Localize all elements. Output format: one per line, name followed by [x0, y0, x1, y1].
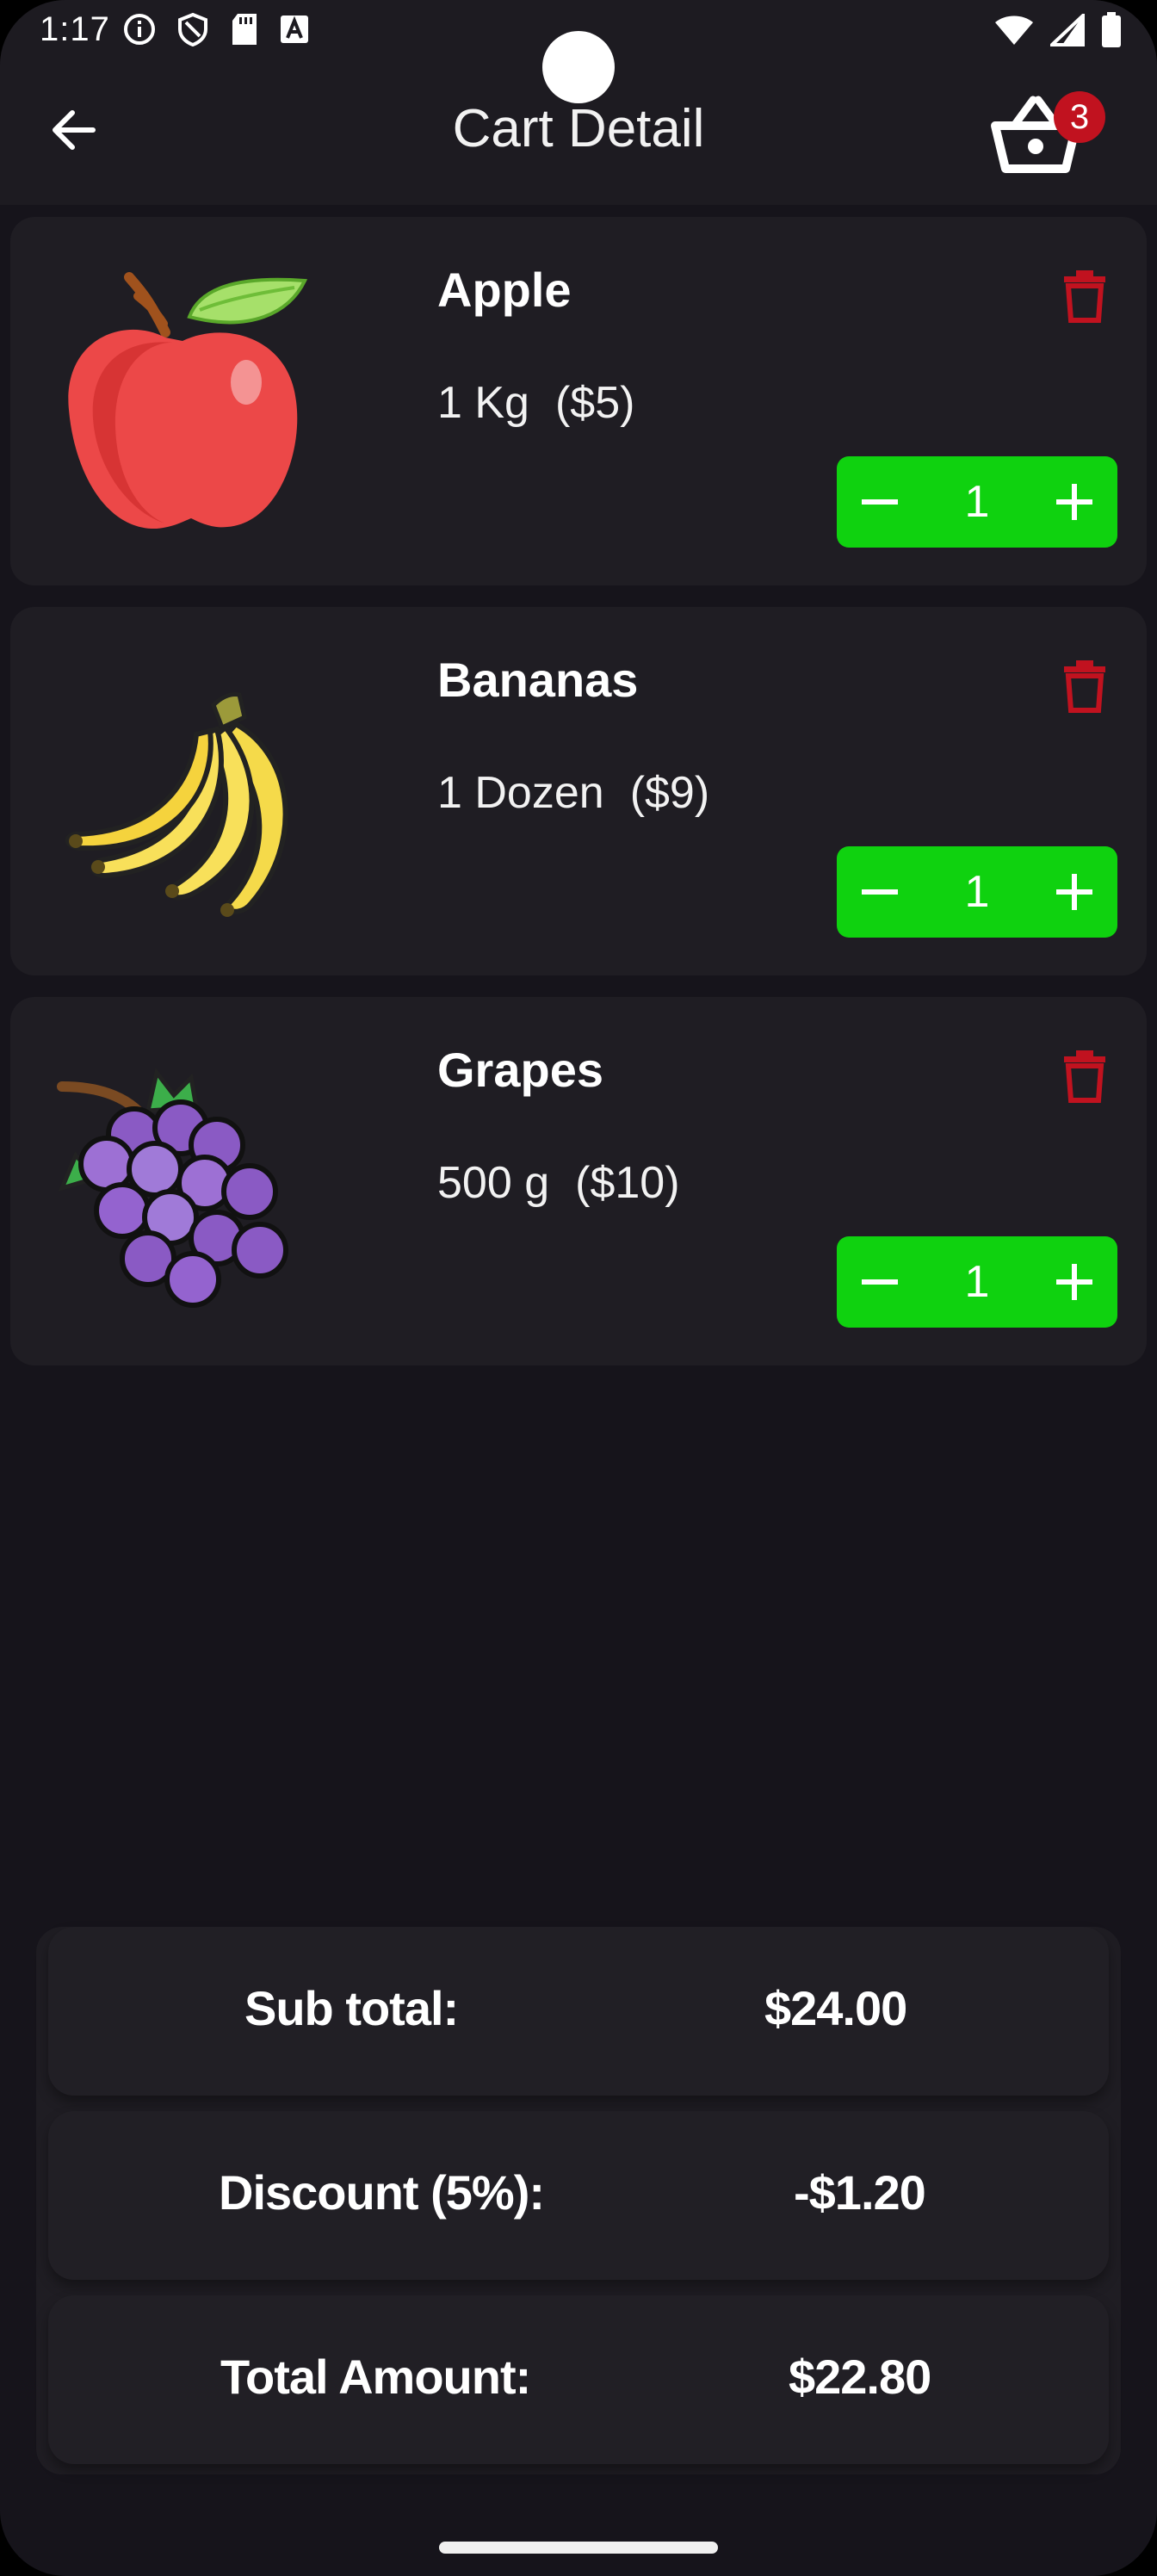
minus-icon: [862, 1279, 898, 1285]
increment-button[interactable]: [1031, 456, 1117, 548]
item-unit: 500 g: [437, 1158, 550, 1208]
home-indicator[interactable]: [439, 2542, 718, 2554]
status-time: 1:17: [40, 10, 110, 48]
subtotal-value: $24.00: [764, 1981, 907, 2035]
top-bar: 1:17 Cart Detail 3: [0, 0, 1157, 205]
info-icon: [124, 14, 155, 45]
total-value: $22.80: [789, 2350, 931, 2404]
delete-button[interactable]: [1061, 659, 1109, 714]
status-icons-left: [122, 12, 310, 46]
item-name: Bananas: [437, 653, 639, 707]
item-description: 1 Dozen ($9): [437, 767, 709, 819]
status-icons-right: [993, 12, 1123, 48]
plus-icon: [1056, 874, 1092, 910]
app-bar: Cart Detail 3: [0, 64, 1157, 205]
decrement-button[interactable]: [837, 846, 923, 938]
trash-icon: [1064, 1050, 1105, 1103]
page-title: Cart Detail: [452, 99, 705, 158]
item-description: 1 Kg ($5): [437, 377, 634, 429]
trash-icon: [1064, 270, 1105, 323]
minus-icon: [862, 889, 898, 895]
quantity-stepper: 1: [837, 846, 1117, 938]
item-name: Grapes: [437, 1043, 603, 1097]
decrement-button[interactable]: [837, 456, 923, 548]
bananas-icon: [65, 692, 288, 917]
subtotal-label: Sub total:: [244, 1981, 459, 2035]
total-label: Total Amount:: [220, 2350, 531, 2404]
increment-button[interactable]: [1031, 846, 1117, 938]
cart-item-bananas: Bananas 1 Dozen ($9) 1: [10, 607, 1147, 975]
quantity-value: 1: [964, 867, 990, 917]
trash-icon: [1064, 660, 1105, 713]
plus-icon: [1056, 484, 1092, 520]
quantity-value: 1: [964, 477, 990, 527]
order-summary: Sub total: $24.00 Discount (5%): -$1.20 …: [36, 1927, 1121, 2474]
cart-item-apple: Apple 1 Kg ($5) 1: [10, 217, 1147, 585]
signal-icon: [1050, 14, 1085, 46]
item-name: Apple: [437, 263, 572, 317]
sd-card-icon: [232, 14, 257, 45]
subtotal-row: Sub total: $24.00: [48, 1927, 1109, 2096]
decrement-button[interactable]: [837, 1236, 923, 1328]
delete-button[interactable]: [1061, 1049, 1109, 1104]
quantity-stepper: 1: [837, 1236, 1117, 1328]
delete-button[interactable]: [1061, 269, 1109, 324]
wifi-icon: [995, 15, 1033, 45]
item-price: ($9): [629, 768, 710, 818]
discount-value: -$1.20: [794, 2165, 926, 2220]
item-price: ($10): [575, 1158, 680, 1208]
plus-icon: [1056, 1264, 1092, 1300]
discount-row: Discount (5%): -$1.20: [48, 2111, 1109, 2280]
quantity-value: 1: [964, 1257, 990, 1307]
item-unit: 1 Dozen: [437, 768, 604, 818]
cart-item-grapes: Grapes 500 g ($10) 1: [10, 997, 1147, 1365]
quantity-stepper: 1: [837, 456, 1117, 548]
item-description: 500 g ($10): [437, 1157, 680, 1209]
minus-icon: [862, 499, 898, 505]
shield-icon: [178, 12, 207, 46]
increment-button[interactable]: [1031, 1236, 1117, 1328]
a-icon: [281, 15, 308, 43]
phone-screen: 1:17 Cart Detail 3 Apple 1 Kg ($5) 1 Ban…: [0, 0, 1157, 2576]
apple-icon: [68, 272, 308, 529]
grapes-icon: [57, 1068, 288, 1308]
item-unit: 1 Kg: [437, 378, 529, 428]
total-row: Total Amount: $22.80: [48, 2295, 1109, 2464]
battery-icon: [1102, 12, 1121, 47]
cart-count-badge: 3: [1054, 91, 1105, 143]
discount-label: Discount (5%):: [219, 2165, 545, 2220]
item-price: ($5): [554, 378, 635, 428]
